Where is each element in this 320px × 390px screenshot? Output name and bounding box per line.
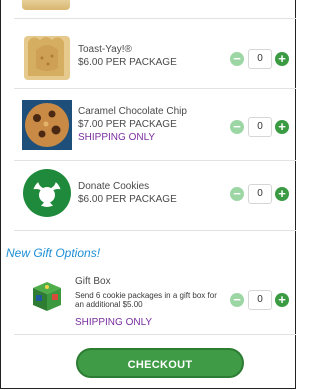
quantity-input[interactable]: 0 — [248, 117, 272, 137]
minus-circle-icon[interactable]: − — [230, 187, 244, 201]
quantity-input[interactable]: 0 — [248, 49, 272, 69]
plus-circle-icon[interactable]: + — [275, 187, 289, 201]
divider — [14, 88, 296, 89]
plus-circle-icon[interactable]: + — [275, 120, 289, 134]
minus-circle-icon[interactable]: − — [230, 293, 244, 307]
product-price: $6.00 PER PACKAGE — [78, 57, 177, 68]
plus-circle-icon[interactable]: + — [275, 293, 289, 307]
caramel-chocolate-chip-image — [22, 100, 72, 150]
product-price: $7.00 PER PACKAGE — [78, 119, 177, 130]
product-price: $6.00 PER PACKAGE — [78, 194, 177, 205]
divider — [14, 230, 296, 231]
gift-box-description: Send 6 cookie packages in a gift box for… — [75, 291, 217, 309]
shipping-only-note: SHIPPING ONLY — [78, 132, 156, 143]
divider — [14, 334, 296, 335]
divider — [14, 18, 296, 19]
trefoil-logo-icon — [22, 168, 72, 218]
checkout-button[interactable]: CHECKOUT — [76, 348, 244, 378]
divider — [14, 160, 296, 161]
gift-options-heading: New Gift Options! — [6, 246, 101, 260]
product-name: Gift Box — [75, 276, 111, 287]
product-name: Caramel Chocolate Chip — [78, 106, 187, 117]
plus-circle-icon[interactable]: + — [275, 52, 289, 66]
product-name: Toast-Yay!® — [78, 44, 132, 55]
toast-yay-image — [22, 32, 72, 82]
previous-product-thumbnail — [22, 0, 70, 10]
quantity-input[interactable]: 0 — [248, 184, 272, 204]
quantity-input[interactable]: 0 — [248, 290, 272, 310]
product-name: Donate Cookies — [78, 181, 150, 192]
minus-circle-icon[interactable]: − — [230, 52, 244, 66]
shipping-only-note: SHIPPING ONLY — [75, 317, 153, 328]
minus-circle-icon[interactable]: − — [230, 120, 244, 134]
gift-box-image — [30, 278, 64, 314]
